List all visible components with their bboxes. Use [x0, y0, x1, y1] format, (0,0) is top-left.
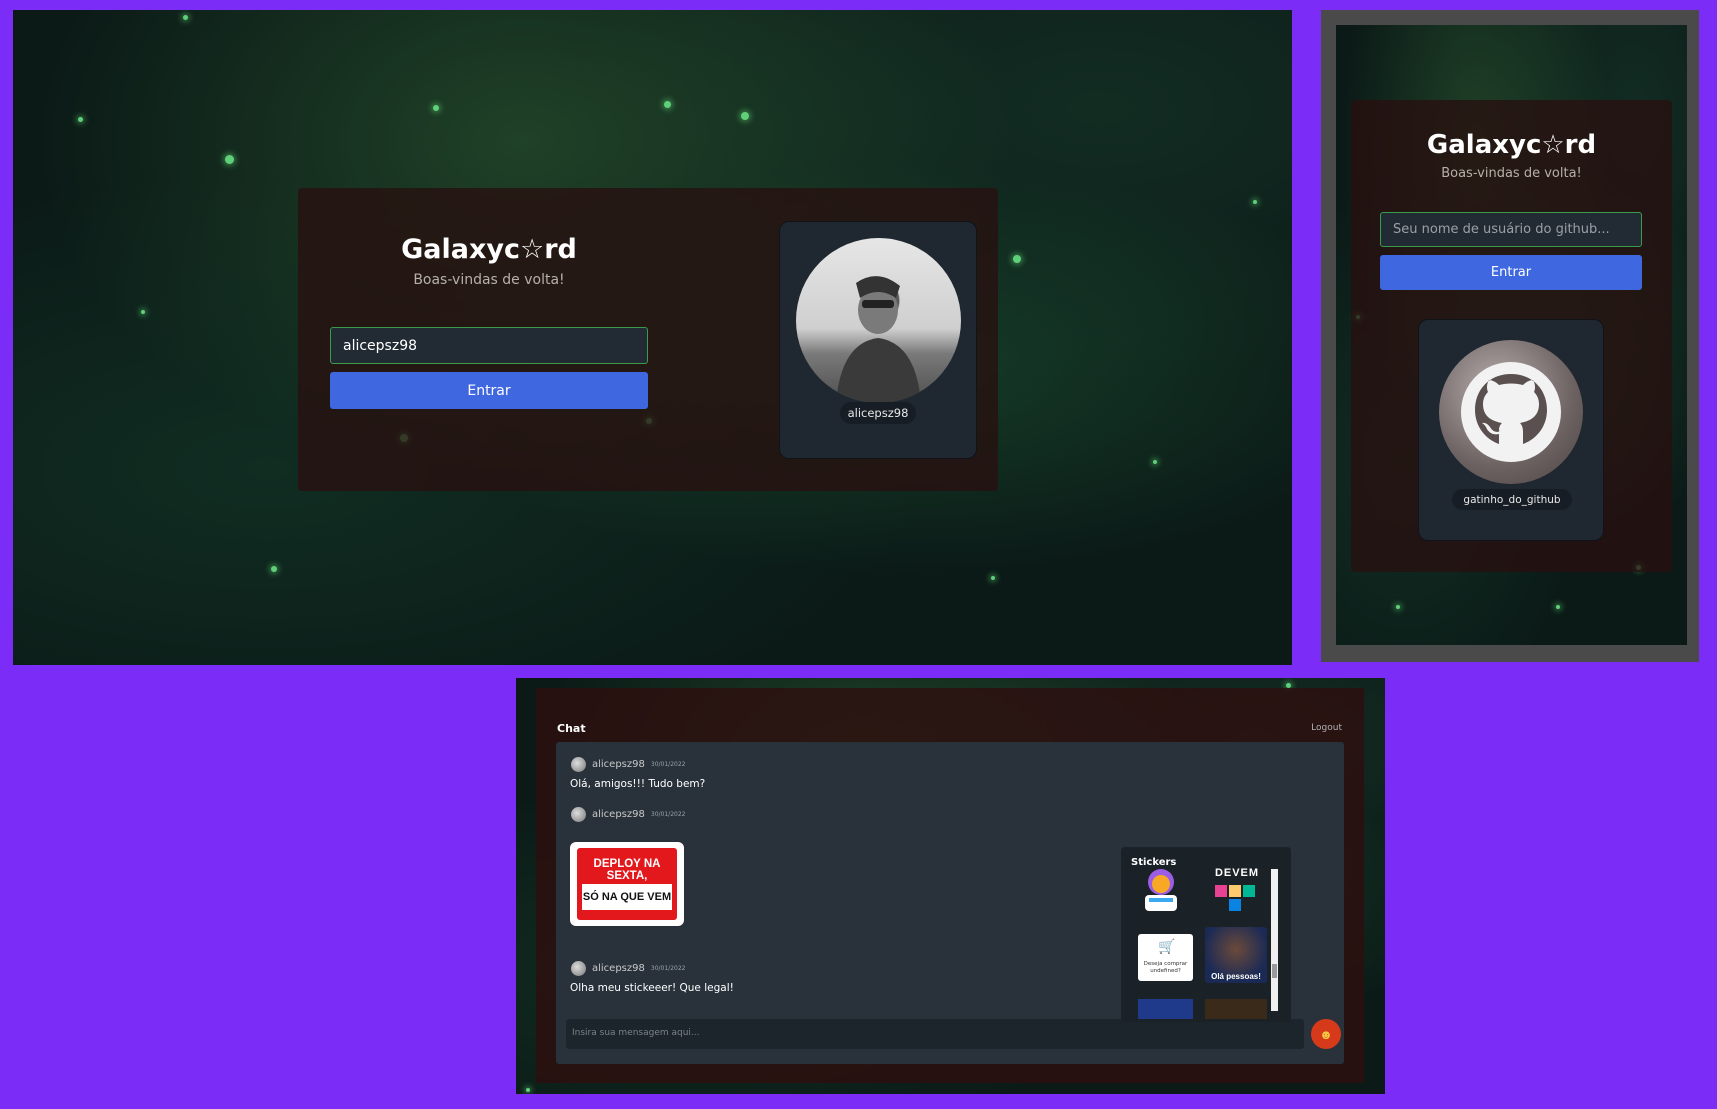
deploy-sticker: DEPLOY NA SEXTA, SÓ NA QUE VEM	[577, 848, 677, 920]
welcome-subtitle: Boas-vindas de volta!	[1441, 166, 1582, 181]
github-icon	[1461, 362, 1561, 462]
sticker-item[interactable]: DEVEM	[1207, 867, 1267, 917]
profile-preview-card: alicepsz98	[779, 221, 977, 459]
sticker-text: DEVEM	[1214, 867, 1260, 879]
message-username: alicepsz98	[592, 963, 645, 974]
sticker-line-2: SÓ NA QUE VEM	[582, 884, 672, 910]
avatar	[571, 961, 586, 976]
message-date: 30/01/2022	[650, 965, 686, 972]
star	[741, 112, 749, 120]
star	[664, 101, 671, 108]
mobile-login-screen: Galaxyc☆rd Boas-vindas de volta! Seu nom…	[1336, 25, 1687, 645]
desktop-login-screen: Galaxyc☆rd Boas-vindas de volta! aliceps…	[13, 10, 1292, 665]
chat-title: Chat	[557, 722, 586, 735]
message-input[interactable]: Insira sua mensagem aqui...	[566, 1019, 1304, 1049]
star	[225, 155, 234, 164]
avatar	[571, 757, 586, 772]
scrollbar-thumb[interactable]	[1272, 964, 1277, 978]
sticker-item[interactable]: 🛒 Deseja comprar undefined?	[1138, 934, 1193, 981]
sticker-item[interactable]: Olá pessoas!	[1205, 927, 1267, 983]
profile-username-tag: gatinho_do_github	[1452, 489, 1572, 510]
avatar	[571, 807, 586, 822]
cart-icon: 🛒	[1158, 938, 1176, 954]
message-date: 30/01/2022	[650, 811, 686, 818]
brand-title: Galaxyc☆rd	[1426, 130, 1597, 160]
login-button[interactable]: Entrar	[1380, 255, 1642, 290]
star	[183, 15, 188, 20]
github-username-input[interactable]: alicepsz98	[330, 327, 648, 364]
smile-icon: ☻	[1319, 1026, 1333, 1042]
login-button[interactable]: Entrar	[330, 372, 648, 409]
sticker-scrollbar[interactable]	[1271, 869, 1278, 1011]
profile-username-tag: alicepsz98	[840, 402, 916, 424]
user-avatar	[796, 238, 961, 403]
mobile-device-frame: Galaxyc☆rd Boas-vindas de volta! Seu nom…	[1321, 10, 1699, 662]
star	[991, 576, 995, 580]
mobile-login-card: Galaxyc☆rd Boas-vindas de volta! Seu nom…	[1351, 100, 1672, 572]
sticker-picker: Stickers DEVEM 🛒 Deseja comprar undefine…	[1121, 847, 1291, 1022]
sticker-text: Olá pessoas!	[1211, 972, 1261, 981]
message-header: alicepsz98 30/01/2022	[571, 807, 685, 822]
sticker-message: DEPLOY NA SEXTA, SÓ NA QUE VEM	[570, 842, 684, 926]
chat-screen: Chat Logout alicepsz98 30/01/2022 Olá, a…	[516, 678, 1385, 1094]
logout-link[interactable]: Logout	[1311, 723, 1342, 733]
message-text: Olha meu stickeeer! Que legal!	[570, 982, 734, 994]
message-list-panel: alicepsz98 30/01/2022 Olá, amigos!!! Tud…	[556, 742, 1344, 1064]
welcome-subtitle: Boas-vindas de volta!	[413, 272, 565, 288]
star	[1253, 200, 1257, 204]
star	[1153, 460, 1157, 464]
message-date: 30/01/2022	[650, 761, 686, 768]
sticker-item[interactable]	[1139, 867, 1184, 917]
profile-preview-card: gatinho_do_github	[1418, 319, 1604, 541]
brand-title: Galaxyc☆rd	[401, 234, 577, 265]
sticker-item[interactable]	[1205, 999, 1267, 1019]
star	[526, 1088, 530, 1092]
star	[433, 105, 439, 111]
star	[1396, 605, 1400, 609]
message-header: alicepsz98 30/01/2022	[571, 961, 685, 976]
star	[1556, 605, 1560, 609]
message-header: alicepsz98 30/01/2022	[571, 757, 685, 772]
message-username: alicepsz98	[592, 759, 645, 770]
sticker-illustration	[1145, 869, 1177, 911]
sticker-illustration	[1215, 885, 1255, 911]
avatar-photo	[836, 276, 921, 403]
sticker-button[interactable]: ☻	[1311, 1019, 1341, 1049]
sticker-line-1: DEPLOY NA SEXTA,	[593, 858, 661, 882]
sticker-item[interactable]	[1138, 999, 1193, 1019]
message-username: alicepsz98	[592, 809, 645, 820]
star	[271, 566, 277, 572]
star	[78, 117, 83, 122]
github-cat-avatar	[1439, 340, 1583, 484]
star	[141, 310, 145, 314]
star	[1013, 255, 1021, 263]
github-username-input[interactable]: Seu nome de usuário do github...	[1380, 212, 1642, 247]
login-card: Galaxyc☆rd Boas-vindas de volta! aliceps…	[298, 188, 998, 491]
sticker-text: Deseja comprar undefined?	[1143, 961, 1188, 974]
message-text: Olá, amigos!!! Tudo bem?	[570, 778, 706, 790]
